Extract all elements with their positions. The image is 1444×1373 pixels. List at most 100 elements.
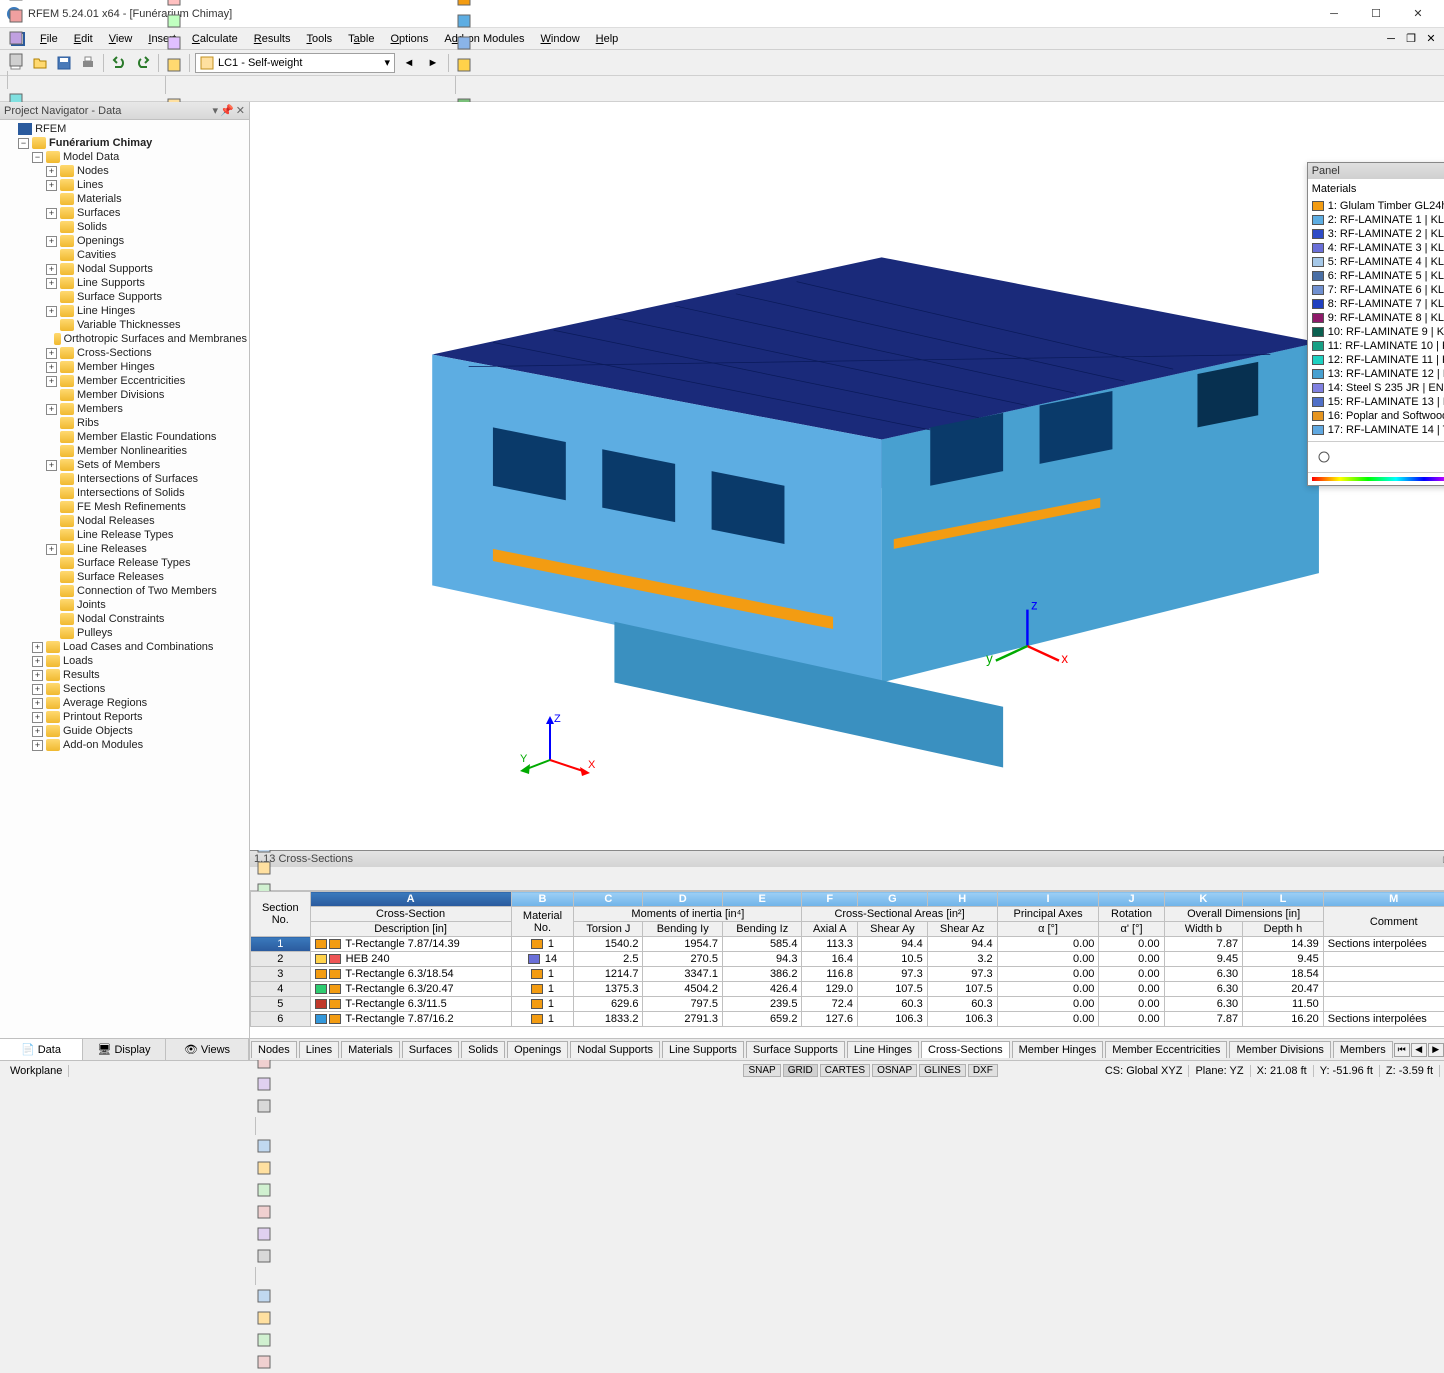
menu-results[interactable]: Results: [246, 31, 299, 47]
tree-item[interactable]: +Loads: [32, 654, 247, 668]
col-I[interactable]: I: [997, 892, 1099, 907]
tree-item[interactable]: Variable Thicknesses: [46, 318, 247, 332]
tool-icon[interactable]: [253, 1073, 275, 1095]
tree-item[interactable]: Ribs: [46, 416, 247, 430]
bottom-tab[interactable]: Lines: [299, 1041, 339, 1058]
menu-file[interactable]: File: [32, 31, 66, 47]
tree-item[interactable]: +Sets of Members: [46, 458, 247, 472]
tool-icon[interactable]: [453, 32, 475, 54]
tool-icon[interactable]: [163, 10, 185, 32]
tree-item[interactable]: Surface Supports: [46, 290, 247, 304]
menu-table[interactable]: Table: [340, 31, 382, 47]
tool-icon[interactable]: [253, 1307, 275, 1329]
tree-item[interactable]: +Nodes: [46, 164, 247, 178]
col-H[interactable]: H: [927, 892, 997, 907]
tool-icon[interactable]: [453, 0, 475, 10]
close-button[interactable]: ✕: [1398, 2, 1438, 26]
material-row[interactable]: 9: RF-LAMINATE 8 | KLH 5s: [1312, 311, 1444, 325]
tree-item[interactable]: Joints: [46, 598, 247, 612]
tool-icon[interactable]: [253, 1245, 275, 1267]
material-row[interactable]: 11: RF-LAMINATE 10 | KLH: [1312, 339, 1444, 353]
nav-close-icon[interactable]: ✕: [236, 104, 245, 117]
bottom-tab[interactable]: Line Supports: [662, 1041, 744, 1058]
tab-prev-icon[interactable]: ◀: [1411, 1043, 1427, 1057]
tool-icon[interactable]: [163, 0, 185, 10]
menu-calculate[interactable]: Calculate: [184, 31, 246, 47]
tree-item[interactable]: Line Release Types: [46, 528, 247, 542]
material-row[interactable]: 15: RF-LAMINATE 13 | KLH-: [1312, 395, 1444, 409]
menu-addon[interactable]: Add-on Modules: [436, 31, 532, 47]
tree-item[interactable]: Pulleys: [46, 626, 247, 640]
panel-settings-icon[interactable]: [1313, 446, 1335, 468]
bottom-tab[interactable]: Member Divisions: [1229, 1041, 1330, 1058]
table-row[interactable]: 5 T-Rectangle 6.3/11.5 1 629.6797.5239.5…: [251, 997, 1444, 1012]
bottom-tab[interactable]: Cross-Sections: [921, 1041, 1010, 1058]
mdi-restore-button[interactable]: ❐: [1402, 31, 1420, 47]
tree-item[interactable]: +Line Hinges: [46, 304, 247, 318]
nav-collapse-icon[interactable]: ▾: [213, 104, 219, 117]
col-A[interactable]: A: [310, 892, 511, 907]
tree-item[interactable]: Surface Releases: [46, 570, 247, 584]
redo-icon[interactable]: [132, 52, 154, 74]
tree-model-data[interactable]: −Model Data: [32, 150, 247, 164]
tree-item[interactable]: +Surfaces: [46, 206, 247, 220]
material-row[interactable]: 4: RF-LAMINATE 3 | KLH 3s: [1312, 241, 1444, 255]
tree-item[interactable]: Intersections of Solids: [46, 486, 247, 500]
mdi-minimize-button[interactable]: ─: [1382, 31, 1400, 47]
tree-item[interactable]: +Line Supports: [46, 276, 247, 290]
col-K[interactable]: K: [1164, 892, 1243, 907]
bottom-tab[interactable]: Nodes: [251, 1041, 297, 1058]
menu-window[interactable]: Window: [533, 31, 588, 47]
tree-item[interactable]: Member Divisions: [46, 388, 247, 402]
tree-model[interactable]: −Funérarium Chimay: [18, 136, 247, 150]
tool-icon[interactable]: [253, 1223, 275, 1245]
table-row[interactable]: 1 T-Rectangle 7.87/14.39 1 1540.21954.75…: [251, 937, 1444, 952]
tree-item[interactable]: +Sections: [32, 682, 247, 696]
bottom-tab[interactable]: Members: [1333, 1041, 1393, 1058]
col-C[interactable]: C: [574, 892, 643, 907]
minimize-button[interactable]: ─: [1314, 2, 1354, 26]
tool-icon[interactable]: [253, 1201, 275, 1223]
material-row[interactable]: 14: Steel S 235 JR | EN 100: [1312, 381, 1444, 395]
tree-item[interactable]: +Member Hinges: [46, 360, 247, 374]
status-osnap[interactable]: OSNAP: [872, 1064, 917, 1077]
bottom-tab[interactable]: Surface Supports: [746, 1041, 845, 1058]
table-row[interactable]: 3 T-Rectangle 6.3/18.54 1 1214.73347.138…: [251, 967, 1444, 982]
tab-next-icon[interactable]: ▶: [1428, 1043, 1444, 1057]
tree-root[interactable]: RFEM: [4, 122, 247, 136]
tree-item[interactable]: +Load Cases and Combinations: [32, 640, 247, 654]
tree-item[interactable]: Surface Release Types: [46, 556, 247, 570]
tree-item[interactable]: Orthotropic Surfaces and Membranes: [46, 332, 247, 346]
loadcase-combo[interactable]: LC1 - Self-weight ▾: [195, 53, 395, 73]
menu-edit[interactable]: Edit: [66, 31, 101, 47]
col-M[interactable]: M: [1323, 892, 1444, 907]
menu-view[interactable]: View: [101, 31, 141, 47]
material-row[interactable]: 1: Glulam Timber GL24h | NF: [1312, 199, 1444, 213]
undo-icon[interactable]: [108, 52, 130, 74]
tool-icon[interactable]: [163, 32, 185, 54]
table-row[interactable]: 6 T-Rectangle 7.87/16.2 1 1833.22791.365…: [251, 1012, 1444, 1027]
col-section-no[interactable]: Section No.: [251, 892, 311, 937]
bottom-tab[interactable]: Openings: [507, 1041, 568, 1058]
table-row[interactable]: 4 T-Rectangle 6.3/20.47 1 1375.34504.242…: [251, 982, 1444, 997]
nav-tab-data[interactable]: 📄 Data: [0, 1039, 83, 1060]
tool-icon[interactable]: [253, 1329, 275, 1351]
col-F[interactable]: F: [802, 892, 858, 907]
tree-item[interactable]: +Average Regions: [32, 696, 247, 710]
status-grid[interactable]: GRID: [783, 1064, 818, 1077]
tool-icon[interactable]: [163, 54, 185, 76]
tree-item[interactable]: +Lines: [46, 178, 247, 192]
print-icon[interactable]: [77, 52, 99, 74]
next-lc-icon[interactable]: ►: [422, 52, 444, 74]
tool-icon[interactable]: [5, 0, 27, 5]
tree-item[interactable]: Member Nonlinearities: [46, 444, 247, 458]
material-row[interactable]: 10: RF-LAMINATE 9 | KLH 7: [1312, 325, 1444, 339]
material-row[interactable]: 5: RF-LAMINATE 4 | KLH 3s: [1312, 255, 1444, 269]
tool-icon[interactable]: [5, 5, 27, 27]
status-dxf[interactable]: DXF: [968, 1064, 998, 1077]
bottom-tab[interactable]: Member Eccentricities: [1105, 1041, 1227, 1058]
navigator-tree[interactable]: RFEM −Funérarium Chimay −Model Data +Nod…: [0, 120, 249, 1038]
tree-item[interactable]: FE Mesh Refinements: [46, 500, 247, 514]
material-row[interactable]: 2: RF-LAMINATE 1 | KLH 3s: [1312, 213, 1444, 227]
cross-sections-grid[interactable]: Section No. A B C D E F G H I J K: [250, 891, 1444, 1038]
